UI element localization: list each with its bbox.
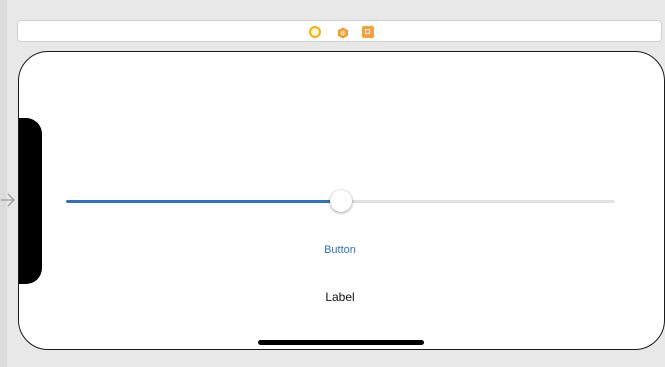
slider-thumb[interactable]	[329, 190, 352, 212]
exit-icon[interactable]	[362, 26, 374, 38]
home-indicator	[258, 340, 424, 345]
scene-dock	[17, 20, 662, 42]
entry-point-arrow-icon[interactable]	[0, 190, 16, 210]
button[interactable]: Button	[290, 244, 390, 256]
label: Label	[325, 290, 355, 304]
first-responder-icon[interactable]	[337, 26, 349, 39]
view-controller-icon[interactable]	[309, 26, 321, 38]
slider-min-track	[66, 200, 341, 203]
slider[interactable]	[66, 190, 615, 212]
sensor-housing	[19, 118, 42, 284]
canvas-edge	[0, 0, 7, 367]
